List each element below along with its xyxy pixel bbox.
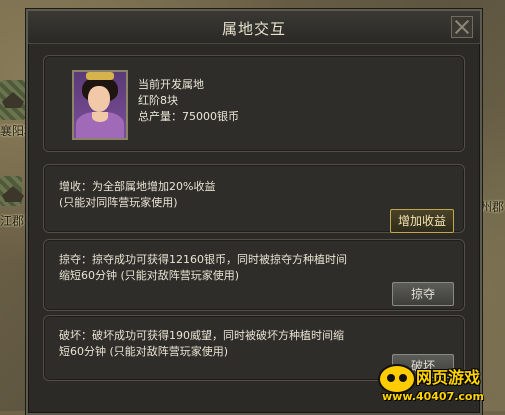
plunder-description: 掠夺：掠夺成功可获得12160银币，同时被掠夺方种植时间: [59, 253, 347, 266]
plunder-button[interactable]: 掠夺: [392, 282, 454, 306]
increase-income-button[interactable]: 增加收益: [390, 209, 454, 233]
watermark-url: www.40407.com: [382, 390, 484, 403]
dialog-titlebar[interactable]: 属地交互: [28, 11, 480, 44]
destroy-description: 破坏：破坏成功可获得190威望，同时被破坏方种植时间缩: [59, 329, 344, 342]
map-region-label[interactable]: 江郡: [0, 212, 24, 229]
plunder-restriction: 缩短60分钟 (只能对敌阵营玩家使用): [59, 269, 240, 282]
gain-panel: 增收：为全部属地增加20%收益 (只能对同阵营玩家使用) 增加收益: [43, 164, 465, 233]
avatar: [72, 70, 128, 140]
gain-description: 增收：为全部属地增加20%收益: [59, 180, 216, 193]
info-output: 总产量：75000银币: [138, 110, 239, 123]
territory-info-panel: 当前开发属地 红阶8块 总产量：75000银币: [43, 55, 465, 152]
close-icon[interactable]: [451, 16, 473, 38]
dialog-title: 属地交互: [221, 20, 286, 38]
plunder-panel: 掠夺：掠夺成功可获得12160银币，同时被掠夺方种植时间 缩短60分钟 (只能对…: [43, 239, 465, 311]
info-rank: 红阶8块: [138, 94, 178, 107]
map-region-label[interactable]: 州郡: [480, 198, 504, 215]
gain-restriction: (只能对同阵营玩家使用): [59, 196, 178, 209]
site-watermark: 网页游戏 www.40407.com: [374, 362, 503, 408]
destroy-restriction: 短60分钟 (只能对敌阵营玩家使用): [59, 345, 229, 358]
territory-interaction-dialog: 属地交互 当前开发属地 红阶8块 总产量：75000银币 增收：为全部属地增加2…: [26, 9, 482, 415]
watermark-title: 网页游戏: [416, 368, 481, 387]
info-title: 当前开发属地: [138, 78, 204, 91]
